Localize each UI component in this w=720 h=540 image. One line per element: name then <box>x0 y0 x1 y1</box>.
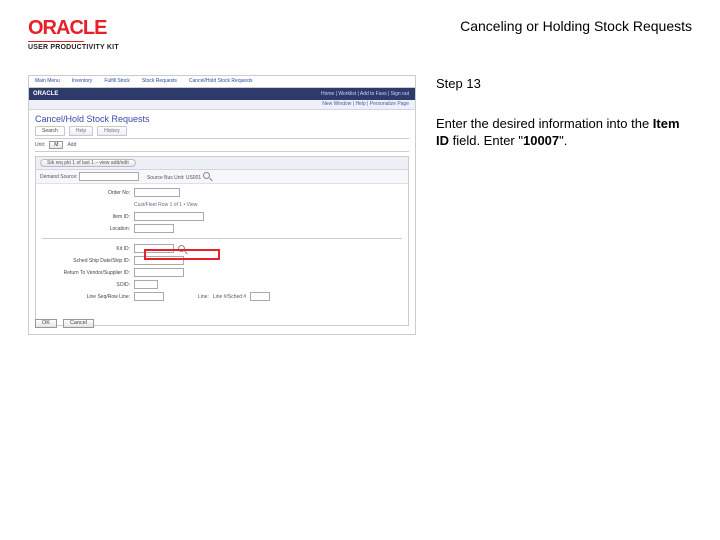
item-id-input[interactable] <box>134 212 204 221</box>
menu-item[interactable]: Main Menu <box>29 76 66 87</box>
panel-subheader: Demand Source: Source Bus Unit: US001 <box>36 170 408 184</box>
brand-word: ORACLE <box>28 18 119 38</box>
rtv-label: Return To Vendor/Supplier ID: <box>42 270 130 276</box>
soid-label: SOID: <box>42 282 130 288</box>
menu-item[interactable]: Inventory <box>66 76 99 87</box>
app-toolbar: Unit: M Add <box>35 138 409 152</box>
instruction-text: Enter the desired information into the I… <box>436 115 692 150</box>
app-menubar: Main Menu Inventory Fulfill Stock Stock … <box>29 76 415 88</box>
line-right: Line #/Sched # <box>213 294 246 300</box>
panel-header: Stk req pkt 1 of last 1 – view add/edit <box>36 157 408 170</box>
kit-id-input[interactable] <box>134 244 174 253</box>
footer-buttons: OK Cancel <box>35 319 94 328</box>
lookup-icon[interactable] <box>203 172 210 179</box>
menu-item[interactable]: Stock Requests <box>136 76 183 87</box>
line-seq-input[interactable] <box>134 292 164 301</box>
instruction-panel: Step 13 Enter the desired information in… <box>436 75 692 335</box>
demand-source-label: Demand Source: <box>40 174 78 180</box>
ok-button[interactable]: OK <box>35 319 57 328</box>
line-input[interactable] <box>250 292 270 301</box>
add-label[interactable]: Add <box>67 142 76 148</box>
location-label: Location: <box>42 226 130 232</box>
brand-kit: USER PRODUCTIVITY KIT <box>28 44 119 51</box>
form-body: Order No: Cust/Fleet Row 1 of 1 • View I… <box>36 184 408 305</box>
line-seq-label: Line Seq/Row Line: <box>42 294 130 300</box>
oracle-logo: ORACLE USER PRODUCTIVITY KIT <box>28 18 119 51</box>
tab-history[interactable]: History <box>97 126 127 136</box>
sched-label: Sched Ship Date/Ship ID: <box>42 258 130 264</box>
location-input[interactable] <box>134 224 174 233</box>
lookup-icon[interactable] <box>178 245 185 252</box>
order-no-input[interactable] <box>134 188 180 197</box>
menu-item[interactable]: Fulfill Stock <box>98 76 136 87</box>
brand-rule <box>28 41 84 42</box>
soid-input[interactable] <box>134 280 158 289</box>
order-no-label: Order No: <box>42 190 130 196</box>
demand-source-select[interactable] <box>79 172 139 181</box>
screenshot: Main Menu Inventory Fulfill Stock Stock … <box>28 75 416 335</box>
menu-item[interactable]: Cancel/Hold Stock Requests <box>183 76 259 87</box>
app-tabs: Search Help History <box>29 126 415 136</box>
app-page-title: Cancel/Hold Stock Requests <box>29 110 415 126</box>
kit-id-label: Kit ID: <box>42 246 130 252</box>
form-panel: Stk req pkt 1 of last 1 – view add/edit … <box>35 156 409 326</box>
titlebar-right: Home | Worklist | Add to Favs | Sign out <box>321 91 415 97</box>
sched-input[interactable] <box>134 256 184 265</box>
panel-info: Stk req pkt 1 of last 1 – view add/edit <box>40 159 136 167</box>
source-bu-label: Source Bus Unit: <box>147 175 185 181</box>
app-brand: ORACLE <box>33 91 58 97</box>
app-titlebar: ORACLE Home | Worklist | Add to Favs | S… <box>29 88 415 100</box>
unit-button[interactable]: M <box>49 141 63 149</box>
cancel-button[interactable]: Cancel <box>63 319 94 328</box>
page-title: Canceling or Holding Stock Requests <box>460 18 692 35</box>
rtv-select[interactable] <box>134 268 184 277</box>
item-id-label: Item ID: <box>42 214 130 220</box>
line-label: Line: <box>198 294 209 300</box>
tab-search[interactable]: Search <box>35 126 65 136</box>
unit-label: Unit: <box>35 142 45 148</box>
breadcrumb: New Window | Help | Personalize Page <box>29 100 415 110</box>
custfleet-label: Cust/Fleet Row 1 of 1 • View <box>134 202 197 208</box>
tab-help[interactable]: Help <box>69 126 93 136</box>
source-bu-value: US001 <box>186 175 201 181</box>
step-label: Step 13 <box>436 75 692 93</box>
